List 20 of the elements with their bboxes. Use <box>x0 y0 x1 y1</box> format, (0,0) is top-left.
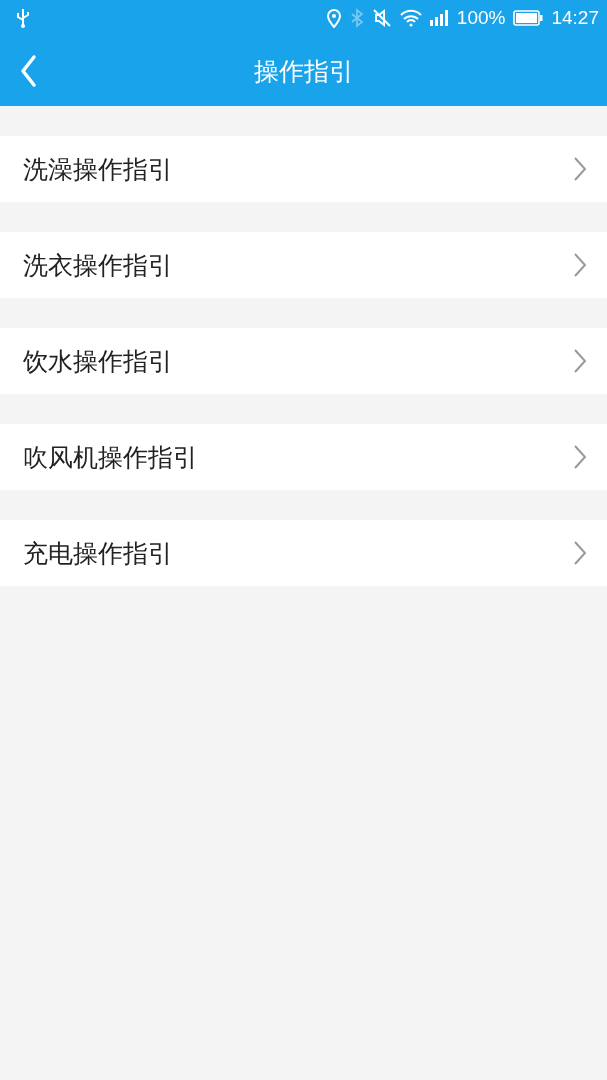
usb-icon <box>16 8 30 28</box>
battery-icon <box>513 10 544 26</box>
chevron-right-icon <box>573 444 587 470</box>
battery-percent: 100% <box>456 7 506 29</box>
wifi-icon <box>399 9 422 27</box>
guide-list-item[interactable]: 洗澡操作指引 <box>0 136 607 202</box>
clock: 14:27 <box>551 7 599 29</box>
location-icon <box>325 8 342 28</box>
guide-list-item[interactable]: 充电操作指引 <box>0 520 607 586</box>
chevron-right-icon <box>573 156 587 182</box>
chevron-right-icon <box>573 348 587 374</box>
guide-list-item[interactable]: 洗衣操作指引 <box>0 232 607 298</box>
chevron-right-icon <box>573 540 587 566</box>
page-title: 操作指引 <box>253 55 354 88</box>
bluetooth-icon <box>349 8 364 28</box>
guide-list-item[interactable]: 吹风机操作指引 <box>0 424 607 490</box>
signal-icon <box>429 10 449 26</box>
chevron-right-icon <box>573 252 587 278</box>
muted-speaker-icon <box>371 8 392 28</box>
guide-list-item[interactable]: 饮水操作指引 <box>0 328 607 394</box>
